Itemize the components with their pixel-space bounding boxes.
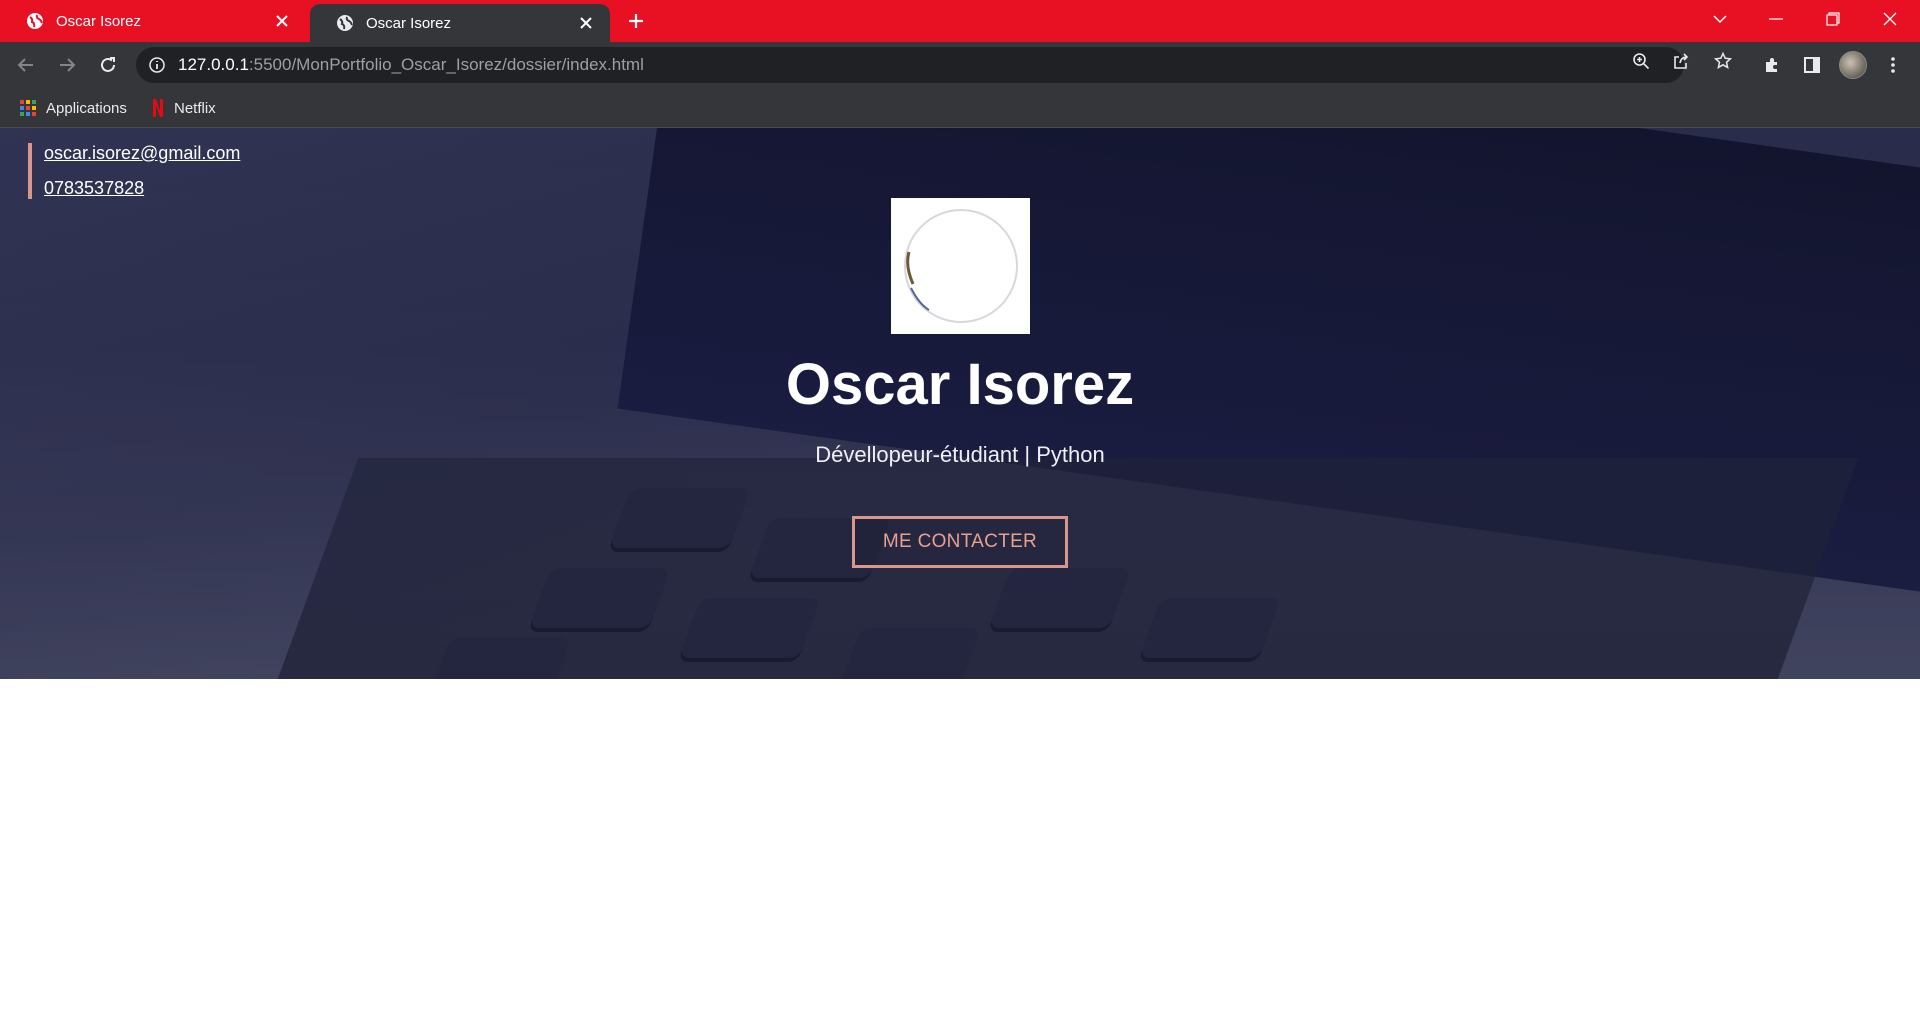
address-bar[interactable]: 127.0.0.1:5500/MonPortfolio_Oscar_Isorez… (136, 47, 1684, 83)
bookmark-netflix[interactable]: Netflix (152, 88, 216, 128)
new-tab-button[interactable] (624, 9, 648, 33)
close-window-button[interactable] (1862, 0, 1918, 38)
minimize-button[interactable] (1748, 0, 1804, 38)
contact-info: oscar.isorez@gmail.com 0783537828 (28, 143, 240, 199)
side-panel-icon[interactable] (1798, 51, 1826, 79)
tab-1[interactable]: Oscar Isorez (0, 0, 306, 42)
reload-button[interactable] (94, 51, 122, 79)
profile-avatar[interactable] (1839, 51, 1867, 79)
globe-icon (26, 12, 44, 30)
site-info-icon[interactable] (148, 56, 166, 74)
email-link[interactable]: oscar.isorez@gmail.com (44, 143, 240, 164)
share-icon[interactable] (1670, 50, 1692, 72)
bookmark-label: Applications (46, 99, 127, 117)
close-tab-icon[interactable] (272, 11, 292, 31)
tab-strip: Oscar Isorez Oscar Isorez (0, 0, 1920, 42)
url-text: 127.0.0.1:5500/MonPortfolio_Oscar_Isorez… (178, 55, 644, 75)
profile-photo (891, 198, 1030, 334)
back-button[interactable] (12, 51, 40, 79)
hero-section: oscar.isorez@gmail.com 0783537828 Oscar … (0, 128, 1920, 679)
netflix-icon (152, 99, 164, 117)
tab-title: Oscar Isorez (56, 12, 142, 30)
bookmark-star-icon[interactable] (1712, 50, 1734, 72)
bookmark-label: Netflix (174, 99, 216, 117)
phone-link[interactable]: 0783537828 (44, 178, 240, 199)
tab-2-active[interactable]: Oscar Isorez (310, 4, 610, 42)
restore-button[interactable] (1805, 0, 1861, 38)
contact-me-button[interactable]: ME CONTACTER (852, 516, 1068, 568)
globe-icon (336, 14, 354, 32)
forward-button[interactable] (53, 51, 81, 79)
close-tab-icon[interactable] (576, 13, 596, 33)
tab-title: Oscar Isorez (366, 14, 452, 32)
bookmarks-bar: Applications Netflix (0, 88, 1920, 128)
hero-name: Oscar Isorez (785, 352, 1135, 417)
tab-search-icon[interactable] (1692, 0, 1748, 38)
extensions-icon[interactable] (1758, 51, 1786, 79)
browser-toolbar: 127.0.0.1:5500/MonPortfolio_Oscar_Isorez… (0, 42, 1920, 88)
menu-kebab-icon[interactable] (1879, 51, 1907, 79)
page-body-empty (0, 679, 1920, 1020)
url-path: :5500/MonPortfolio_Oscar_Isorez/dossier/… (248, 55, 644, 74)
url-host: 127.0.0.1 (178, 55, 249, 74)
apps-grid-icon (20, 100, 36, 116)
bookmark-applications[interactable]: Applications (20, 88, 127, 128)
zoom-icon[interactable] (1630, 50, 1652, 72)
hero-subtitle: Dévellopeur-étudiant | Python (815, 442, 1105, 467)
